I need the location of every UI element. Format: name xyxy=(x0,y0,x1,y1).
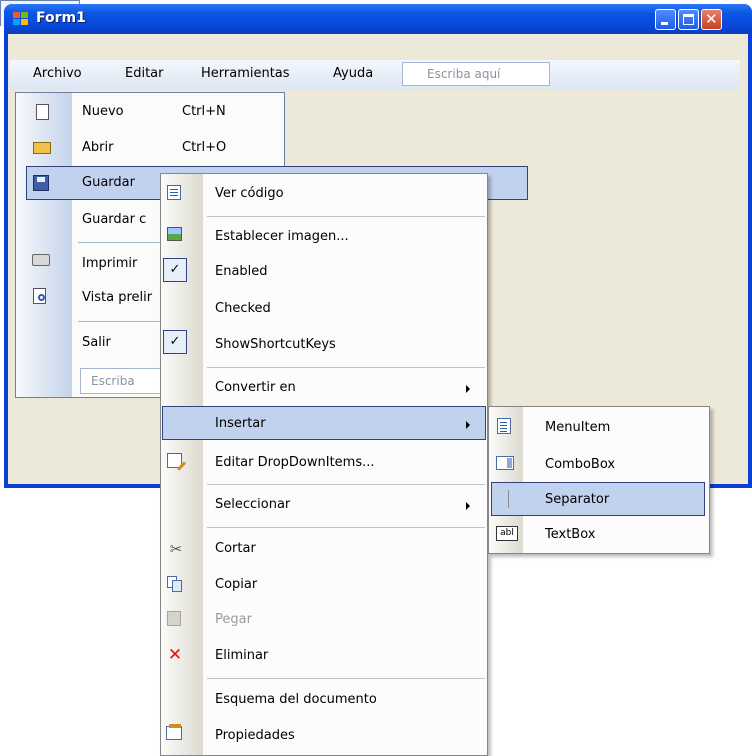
properties-icon xyxy=(166,724,182,740)
menubar-item-herramientas[interactable]: Herramientas xyxy=(201,66,290,81)
separator xyxy=(207,216,485,217)
menu-item-abrir[interactable]: Abrir xyxy=(82,140,113,155)
menu-item-salir[interactable]: Salir xyxy=(82,335,111,350)
context-item-propiedades[interactable]: Propiedades xyxy=(215,728,295,743)
context-item-esquema-documento[interactable]: Esquema del documento xyxy=(215,692,377,707)
paste-icon xyxy=(167,611,181,626)
submenu-arrow-icon xyxy=(466,502,470,510)
submenu-item-separator[interactable]: Separator xyxy=(545,492,609,507)
menu-item-guardar-como[interactable]: Guardar c xyxy=(82,212,146,227)
context-item-showshortcutkeys[interactable]: ShowShortcutKeys xyxy=(215,337,336,352)
context-item-establecer-imagen[interactable]: Establecer imagen... xyxy=(215,229,349,244)
submenu-item-combobox[interactable]: ComboBox xyxy=(545,457,615,472)
maximize-button[interactable] xyxy=(678,9,699,30)
separator-icon xyxy=(508,490,509,508)
menuitem-icon xyxy=(497,418,511,434)
scissors-icon: ✂ xyxy=(169,540,183,558)
minimize-button[interactable] xyxy=(655,9,676,30)
maximize-icon xyxy=(683,14,694,25)
close-button[interactable]: ✕ xyxy=(701,9,722,30)
submenu-item-textbox[interactable]: TextBox xyxy=(545,527,595,542)
save-disk-icon xyxy=(33,175,49,191)
menubar-item-archivo[interactable]: Archivo xyxy=(33,66,82,81)
separator xyxy=(207,367,485,368)
close-icon: ✕ xyxy=(705,10,718,28)
menu-item-imprimir[interactable]: Imprimir xyxy=(82,256,137,271)
submenu-arrow-icon xyxy=(466,421,470,429)
menu-item-guardar[interactable]: Guardar xyxy=(82,175,135,190)
menu-strip xyxy=(10,60,740,90)
combobox-icon xyxy=(496,456,514,470)
archivo-dropdown-gutter xyxy=(16,93,72,397)
context-item-eliminar[interactable]: Eliminar xyxy=(215,648,268,663)
menubar-type-here-box[interactable]: Escriba aquí xyxy=(402,62,550,86)
separator xyxy=(207,527,485,528)
context-item-pegar[interactable]: Pegar xyxy=(215,612,252,627)
app-icon xyxy=(13,12,29,26)
check-mark-icon: ✓ xyxy=(163,258,187,282)
image-icon xyxy=(167,227,182,241)
copy-icon xyxy=(167,576,182,592)
shortcut-abrir: Ctrl+O xyxy=(182,140,227,155)
submenu-item-menuitem[interactable]: MenuItem xyxy=(545,420,610,435)
context-item-cortar[interactable]: Cortar xyxy=(215,541,256,556)
textbox-icon: abl xyxy=(496,526,518,541)
context-item-editar-dropdownitems[interactable]: Editar DropDownItems... xyxy=(215,455,375,470)
context-item-seleccionar[interactable]: Seleccionar xyxy=(215,497,290,512)
context-item-enabled[interactable]: Enabled xyxy=(215,264,268,279)
window-title: Form1 xyxy=(36,10,86,26)
print-preview-icon xyxy=(33,288,46,304)
title-bar[interactable]: Form1 ✕ xyxy=(4,4,752,34)
view-code-icon xyxy=(167,185,181,200)
delete-x-icon: ✕ xyxy=(167,645,183,665)
context-item-ver-codigo[interactable]: Ver código xyxy=(215,186,284,201)
shortcut-nuevo: Ctrl+N xyxy=(182,104,226,119)
context-item-convertir-en[interactable]: Convertir en xyxy=(215,380,296,395)
menu-item-nuevo[interactable]: Nuevo xyxy=(82,104,124,119)
check-mark-icon: ✓ xyxy=(163,330,187,354)
separator xyxy=(207,678,485,679)
open-folder-icon xyxy=(33,142,51,154)
edit-items-icon xyxy=(167,453,187,471)
menubar-item-ayuda[interactable]: Ayuda xyxy=(333,66,373,81)
separator xyxy=(207,484,485,485)
menubar-item-editar[interactable]: Editar xyxy=(125,66,164,81)
context-item-copiar[interactable]: Copiar xyxy=(215,577,257,592)
context-item-checked[interactable]: Checked xyxy=(215,301,271,316)
minimize-icon xyxy=(661,22,668,25)
printer-icon xyxy=(32,254,50,266)
new-document-icon xyxy=(36,104,49,120)
menu-item-vista-previa[interactable]: Vista prelir xyxy=(82,290,152,305)
submenu-arrow-icon xyxy=(466,385,470,393)
context-item-insertar[interactable]: Insertar xyxy=(215,416,266,431)
insertar-selection-highlight xyxy=(162,406,486,440)
